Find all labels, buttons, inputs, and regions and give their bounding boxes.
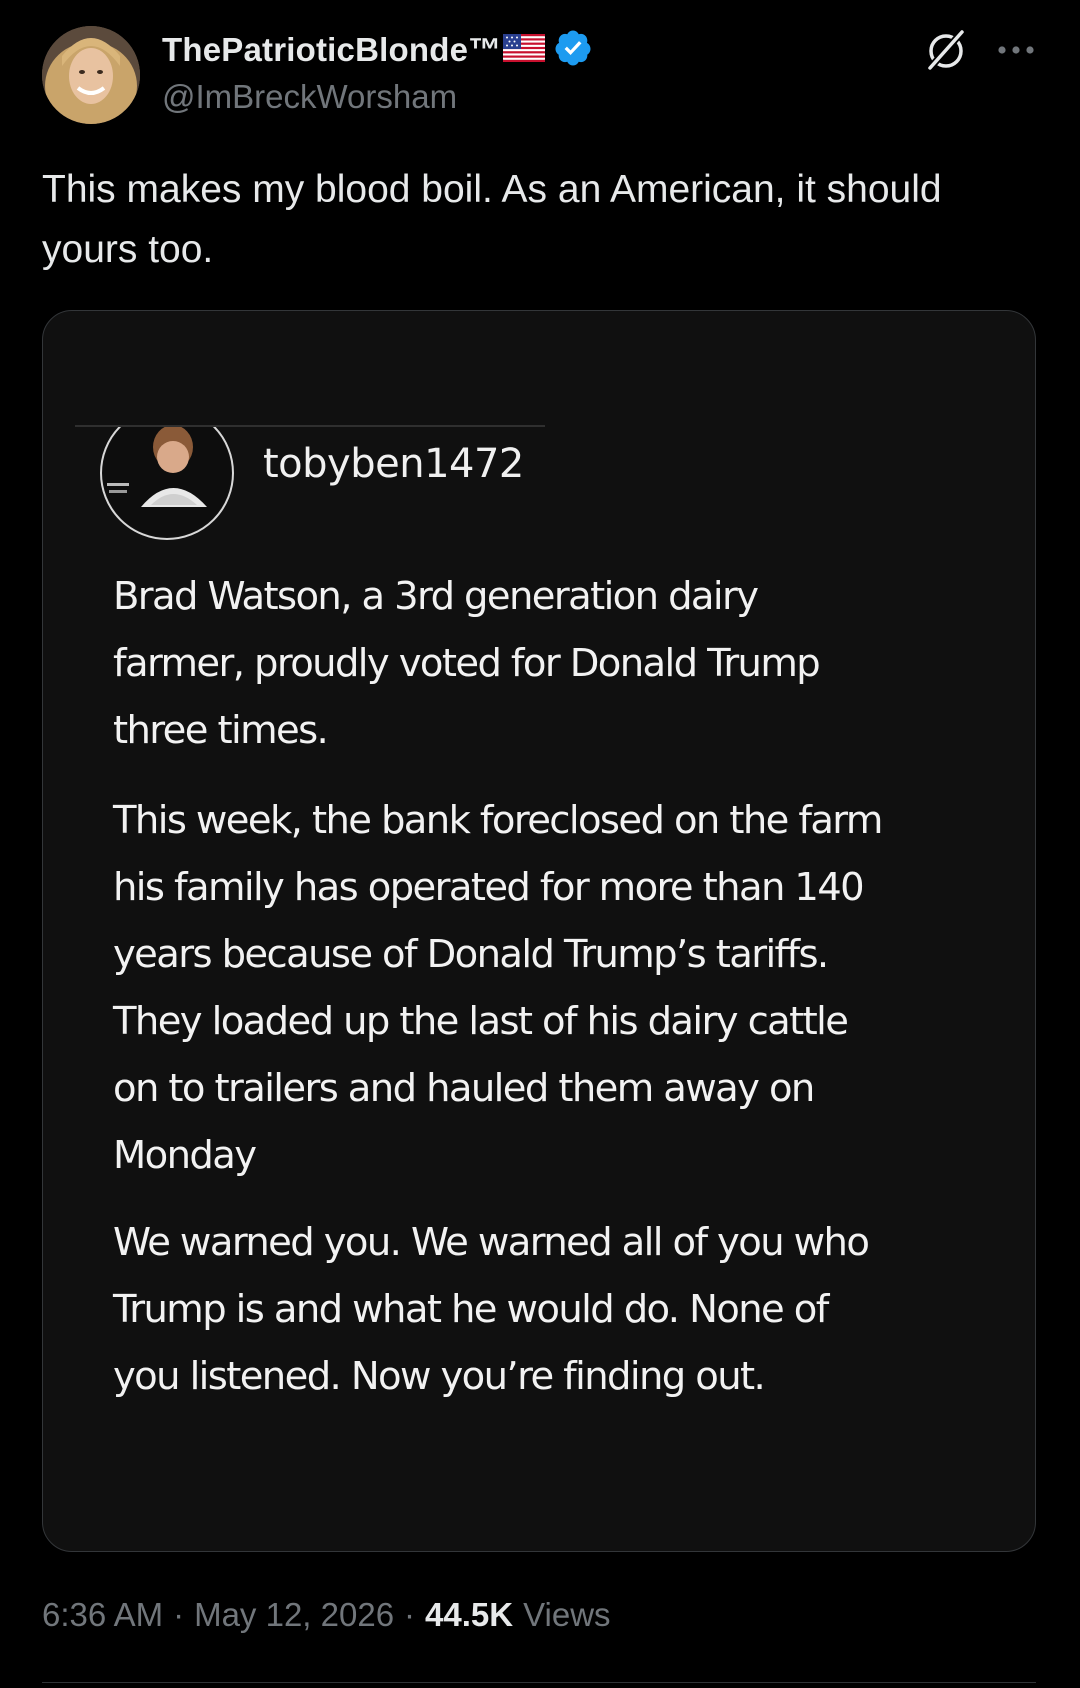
tweet-time[interactable]: 6:36 AM xyxy=(42,1596,163,1634)
us-flag-icon xyxy=(503,33,546,67)
embedded-post-line: three times. xyxy=(113,708,329,753)
verified-badge-icon[interactable] xyxy=(553,28,593,73)
tweet-meta: 6:36 AM · May 12, 2026 · 44.5K Views xyxy=(42,1596,611,1634)
embedded-post-line: We warned you. We warned all of you who xyxy=(113,1220,870,1265)
embedded-post-paragraph: We warned you. We warned all of you who … xyxy=(113,1209,870,1410)
embedded-post-line: farmer, proudly voted for Donald Trump xyxy=(113,641,821,686)
meta-separator: · xyxy=(404,1596,416,1633)
author-handle[interactable]: @ImBreckWorsham xyxy=(162,78,457,116)
media-card[interactable]: tobyben1472 Brad Watson, a 3rd generatio… xyxy=(42,310,1036,1552)
bottom-divider xyxy=(42,1682,1036,1683)
embedded-post-paragraph: Brad Watson, a 3rd generation dairy farm… xyxy=(113,563,821,764)
more-options-icon[interactable] xyxy=(996,36,1036,64)
embedded-post-line: you listened. Now you’re finding out. xyxy=(113,1354,766,1399)
embedded-post-paragraph: This week, the bank foreclosed on the fa… xyxy=(113,787,883,1189)
tweet-text-line: This makes my blood boil. As an American… xyxy=(42,168,942,211)
grok-icon[interactable] xyxy=(922,26,970,74)
author-avatar-image xyxy=(42,26,140,124)
tweet-text: This makes my blood boil. As an American… xyxy=(42,160,1052,280)
views-count[interactable]: 44.5K xyxy=(425,1596,513,1634)
embedded-post-line: Monday xyxy=(113,1133,257,1178)
author-name-text: ThePatrioticBlonde™ xyxy=(162,31,502,68)
embedded-post-line: his family has operated for more than 14… xyxy=(113,865,865,910)
embedded-post-line: Brad Watson, a 3rd generation dairy xyxy=(113,574,759,619)
embedded-post-line: This week, the bank foreclosed on the fa… xyxy=(113,798,883,843)
tweet-text-line: yours too. xyxy=(42,228,214,271)
author-display-name[interactable]: ThePatrioticBlonde™ xyxy=(162,28,593,72)
embedded-post-line: on to trailers and hauled them away on xyxy=(113,1066,815,1111)
meta-separator: · xyxy=(173,1596,185,1633)
embedded-post-line: years because of Donald Trump’s tariffs. xyxy=(113,932,829,977)
author-avatar[interactable] xyxy=(42,26,140,124)
embedded-post-line: Trump is and what he would do. None of xyxy=(113,1287,829,1332)
embedded-post-line: They loaded up the last of his dairy cat… xyxy=(113,999,849,1044)
views-label: Views xyxy=(523,1596,611,1633)
tweet-date[interactable]: May 12, 2026 xyxy=(194,1596,394,1634)
embedded-post-avatar xyxy=(99,427,235,545)
embedded-post-username: tobyben1472 xyxy=(263,441,524,487)
